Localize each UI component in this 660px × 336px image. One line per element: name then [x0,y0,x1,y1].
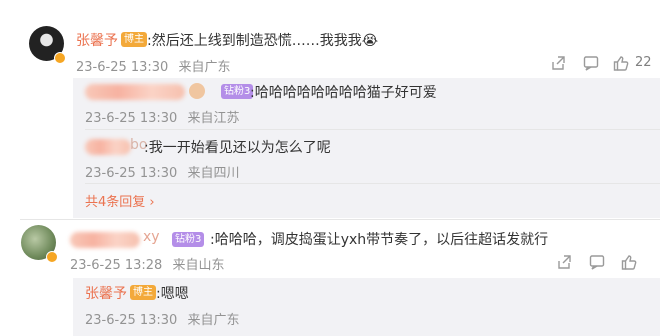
reply-meta: 23-6-25 13:30 来自广东 [85,309,240,328]
reply-user-name[interactable] [85,139,131,155]
share-icon[interactable] [555,253,573,271]
comment-meta: 23-6-25 13:30 来自广东 [76,56,231,75]
comment-icon[interactable] [582,54,600,72]
reply-user-name[interactable]: 张馨予 [85,283,127,303]
verified-icon [54,52,66,64]
comment-user-name[interactable] [70,232,140,248]
comment-user-name-fragment[interactable]: xy [143,229,160,245]
like-icon[interactable] [612,54,630,72]
reply-user-name[interactable] [85,84,185,100]
fan-badge: 钻粉3 [221,84,254,99]
more-replies-link[interactable]: 共4条回复 › [85,191,155,210]
comment-location: 来自山东 [172,258,225,273]
reply-meta: 23-6-25 13:30 来自四川 [85,162,240,181]
like-count: 22 [635,55,652,70]
reply-time: 23-6-25 13:30 [85,166,178,181]
verified-icon [46,251,58,263]
share-icon[interactable] [549,54,567,72]
comment-text: :哈哈哈，调皮捣蛋让yxh带节奏了，以后往超话发就行 [210,232,549,248]
reply-location: 来自广东 [187,313,240,328]
reply-separator [85,183,660,184]
comment-location: 来自广东 [178,60,231,75]
reply-separator [85,129,660,130]
comment-time: 23-6-25 13:28 [70,258,163,273]
like-icon[interactable] [620,253,638,271]
chevron-right-icon: › [145,195,155,210]
reply-text: :我一开始看见还以为怎么了呢 [144,140,331,156]
fan-avatar-icon [189,83,205,99]
reply-time: 23-6-25 13:30 [85,313,178,328]
comment-icon[interactable] [588,253,606,271]
reply-meta: 23-6-25 13:30 来自江苏 [85,107,240,126]
reply-text: :哈哈哈哈哈哈哈哈猫子好可爱 [250,85,437,101]
host-badge: 博主 [121,32,147,47]
comment-user-name[interactable]: 张馨予 [76,30,118,50]
fan-badge: 钻粉3 [172,232,205,247]
reply-text: :嗯嗯 [156,286,189,302]
comment-time: 23-6-25 13:30 [76,60,169,75]
reply-location: 来自四川 [187,166,240,181]
reply-location: 来自江苏 [187,111,240,126]
comment-meta: 23-6-25 13:28 来自山东 [70,254,225,273]
comment-text: :然后还上线到制造恐慌……我我我😭 [147,33,379,49]
reply-time: 23-6-25 13:30 [85,111,178,126]
crying-emoji: 😭 [361,33,379,49]
host-badge: 博主 [130,285,156,300]
comment-separator [20,219,660,220]
